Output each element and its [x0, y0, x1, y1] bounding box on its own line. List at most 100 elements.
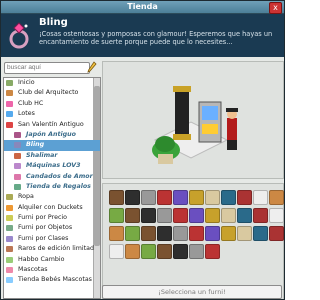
- sidebar-item-club-del-arquitecto[interactable]: Club del Arquitecto: [4, 88, 100, 98]
- furni-item[interactable]: [205, 244, 220, 259]
- sidebar-item-furni-por-precio[interactable]: Furni por Precio: [4, 213, 100, 223]
- sidebar-item-mascotas[interactable]: Mascotas: [4, 265, 100, 275]
- category-label: Furni por Clases: [18, 234, 69, 242]
- close-button[interactable]: x: [269, 2, 282, 14]
- furni-item[interactable]: [109, 226, 124, 241]
- furni-item[interactable]: [237, 190, 252, 205]
- category-label: Furni por Precio: [18, 214, 68, 222]
- furni-item[interactable]: [109, 244, 124, 259]
- sidebar-item-furni-por-objetos[interactable]: Furni por Objetos: [4, 223, 100, 233]
- category-label: Furni por Objetos: [18, 224, 73, 232]
- furni-item[interactable]: [125, 208, 140, 223]
- furni-item[interactable]: [221, 190, 236, 205]
- sidebar-item-ropa[interactable]: Ropa: [4, 192, 100, 202]
- class-icon: [6, 235, 13, 242]
- furni-item[interactable]: [269, 190, 284, 205]
- category-label: Bling: [26, 141, 45, 149]
- furni-item[interactable]: [221, 226, 236, 241]
- sidebar-item-jap-n-antiguo[interactable]: Japón Antiguo: [4, 130, 100, 140]
- furni-item[interactable]: [189, 190, 204, 205]
- sidebar-item-alquiler-con-duckets[interactable]: Alquiler con Duckets: [4, 203, 100, 213]
- sidebar-item-bling[interactable]: Bling: [4, 140, 100, 151]
- furni-item[interactable]: [221, 208, 236, 223]
- lantern-icon: [14, 131, 21, 138]
- object-icon: [6, 225, 13, 232]
- heart-icon: [6, 121, 13, 128]
- sidebar-item-inicio[interactable]: Inicio: [4, 78, 100, 88]
- sidebar-item-tienda-beb-s-mascotas[interactable]: Tienda Bebés Mascotas: [4, 275, 100, 285]
- baby-pet-icon: [6, 277, 13, 284]
- furni-item[interactable]: [189, 226, 204, 241]
- furni-item[interactable]: [141, 226, 156, 241]
- furni-item[interactable]: [109, 190, 124, 205]
- category-label: Candados de Amor: [26, 172, 93, 180]
- category-label: Raros de edición limitad: [18, 245, 94, 253]
- sidebar-item-furni-por-clases[interactable]: Furni por Clases: [4, 234, 100, 244]
- duck-icon: [6, 204, 13, 211]
- ring-icon: [9, 22, 29, 49]
- exchange-icon: [6, 256, 13, 263]
- furni-item[interactable]: [125, 190, 140, 205]
- architect-icon: [6, 90, 13, 97]
- package-icon: [6, 111, 13, 118]
- home-icon: [6, 80, 13, 86]
- pet-icon: [6, 267, 13, 274]
- furni-item[interactable]: [205, 226, 220, 241]
- furni-item[interactable]: [109, 208, 124, 223]
- sidebar-item-tienda-de-regalos[interactable]: Tienda de Regalos: [4, 182, 100, 192]
- furni-item[interactable]: [253, 226, 268, 241]
- clothes-icon: [6, 194, 13, 201]
- category-label: Máquinas LOV3: [26, 162, 81, 170]
- sidebar-item-candados-de-amor[interactable]: Candados de Amor: [4, 172, 100, 182]
- furni-preview: [102, 61, 284, 179]
- furni-item[interactable]: [157, 190, 172, 205]
- furni-item[interactable]: [205, 190, 220, 205]
- price-icon: [6, 215, 13, 222]
- furni-item[interactable]: [269, 226, 284, 241]
- catalog-window: Tienda x Bling ¡Cosas ostentosas y pompo…: [0, 0, 285, 300]
- furni-item[interactable]: [253, 190, 268, 205]
- select-furni-button[interactable]: ¡Selecciona un furni!: [102, 285, 282, 299]
- sidebar-item-habbo-cambio[interactable]: Habbo Cambio: [4, 255, 100, 265]
- sidebar-item-club-hc[interactable]: Club HC: [4, 99, 100, 109]
- sidebar-item-m-quinas-lov3[interactable]: Máquinas LOV3: [4, 161, 100, 171]
- category-label: Japón Antiguo: [26, 130, 76, 138]
- furni-item[interactable]: [173, 226, 188, 241]
- furni-item[interactable]: [141, 190, 156, 205]
- category-list[interactable]: Inicio Club del Arquitecto Club HC Lotes San…: [3, 77, 101, 299]
- furni-item[interactable]: [253, 208, 268, 223]
- furni-item[interactable]: [157, 244, 172, 259]
- lock-icon: [14, 173, 21, 180]
- furni-item[interactable]: [141, 244, 156, 259]
- sidebar-item-san-valent-n-antiguo[interactable]: San Valentín Antiguo: [4, 120, 100, 130]
- page-title: Bling: [39, 17, 68, 28]
- furni-item[interactable]: [173, 208, 188, 223]
- furni-item[interactable]: [141, 208, 156, 223]
- sidebar-item-raros-de-edici-n-limitad[interactable]: Raros de edición limitad: [4, 244, 100, 254]
- furni-item[interactable]: [173, 190, 188, 205]
- furni-item[interactable]: [173, 244, 188, 259]
- title-bar[interactable]: Tienda x: [1, 1, 284, 14]
- window-title: Tienda: [127, 2, 158, 11]
- gift-icon: [14, 183, 21, 190]
- pencil-icon[interactable]: [87, 61, 97, 73]
- category-label: Tienda de Regalos: [26, 182, 91, 190]
- furni-item[interactable]: [189, 208, 204, 223]
- furni-item[interactable]: [157, 226, 172, 241]
- search-input[interactable]: [4, 62, 90, 74]
- category-label: Habbo Cambio: [18, 255, 65, 263]
- sidebar-item-shalimar[interactable]: Shalimar: [4, 151, 100, 161]
- furni-item[interactable]: [237, 226, 252, 241]
- sidebar-item-lotes[interactable]: Lotes: [4, 109, 100, 119]
- category-label: San Valentín Antiguo: [18, 120, 84, 128]
- furni-item[interactable]: [189, 244, 204, 259]
- furni-grid: [102, 183, 284, 299]
- furni-item[interactable]: [125, 226, 140, 241]
- furni-item[interactable]: [205, 208, 220, 223]
- furni-item[interactable]: [269, 208, 284, 223]
- furni-item[interactable]: [157, 208, 172, 223]
- category-label: Lotes: [18, 110, 35, 118]
- furni-item[interactable]: [125, 244, 140, 259]
- category-label: Club del Arquitecto: [18, 89, 79, 97]
- furni-item[interactable]: [237, 208, 252, 223]
